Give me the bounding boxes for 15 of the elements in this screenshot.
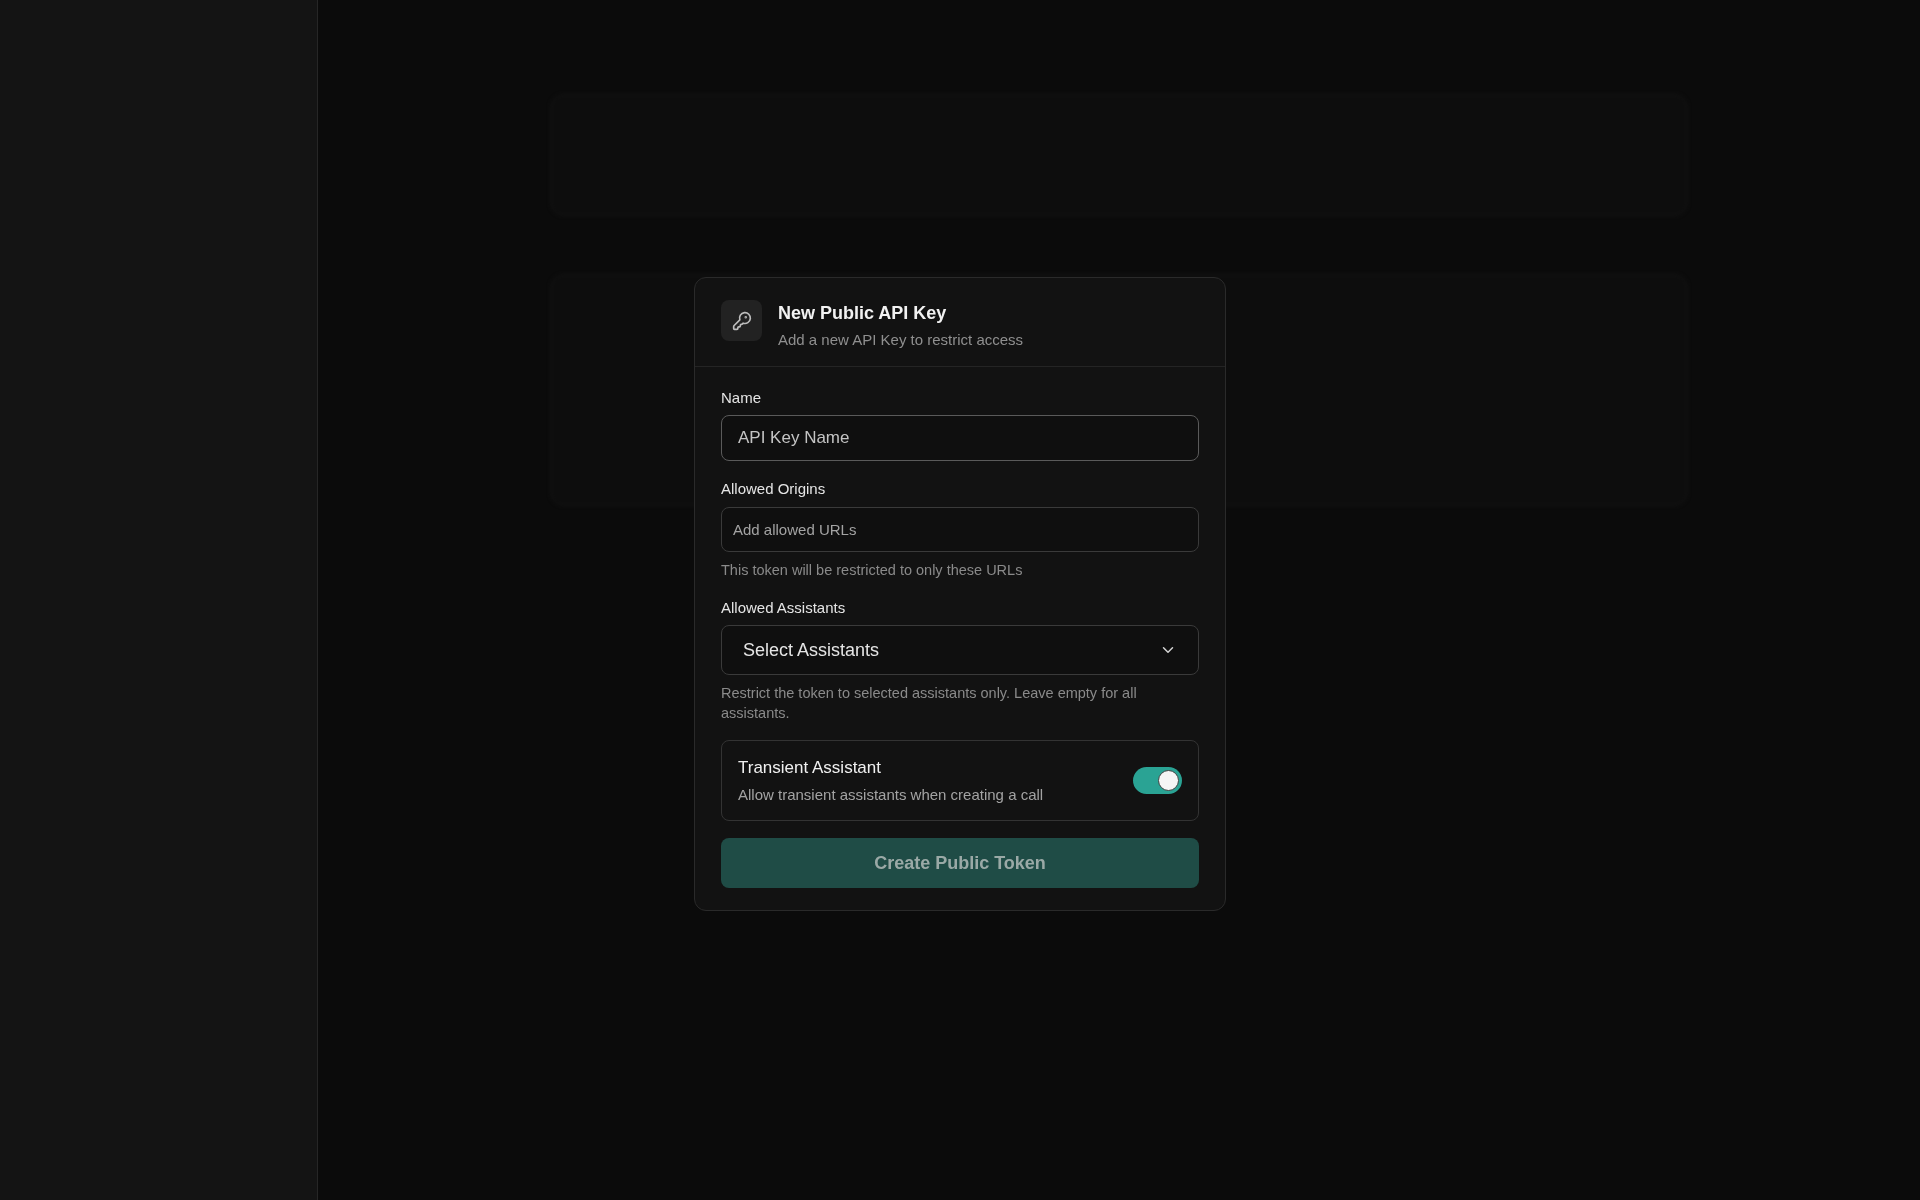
key-icon [721,300,762,341]
field-label: Allowed Assistants [721,597,847,618]
dialog-title: New Public API Key [778,302,948,325]
text-field[interactable]: API Key Name [721,415,1199,461]
toggle-switch[interactable] [1133,767,1182,794]
toggle-description: Allow transient assistants when creating a call [738,784,1044,805]
dialog-subtitle: Add a new API Key to restrict access [778,330,1024,350]
field-label: Name [721,387,762,408]
helper-text: Restrict the token to selected assistants only. Leave empty for all assistants. [721,684,1138,723]
text-field[interactable]: Add allowed URLs [721,506,1199,552]
assistants-select[interactable]: Select Assistants [721,625,1199,675]
helper-text: This token will be restricted to only these URLs [721,560,1024,580]
create-token-button[interactable]: Create Public Token [721,838,1199,888]
toggle-title: Transient Assistant [738,757,882,779]
field-label: Allowed Origins [721,479,827,499]
